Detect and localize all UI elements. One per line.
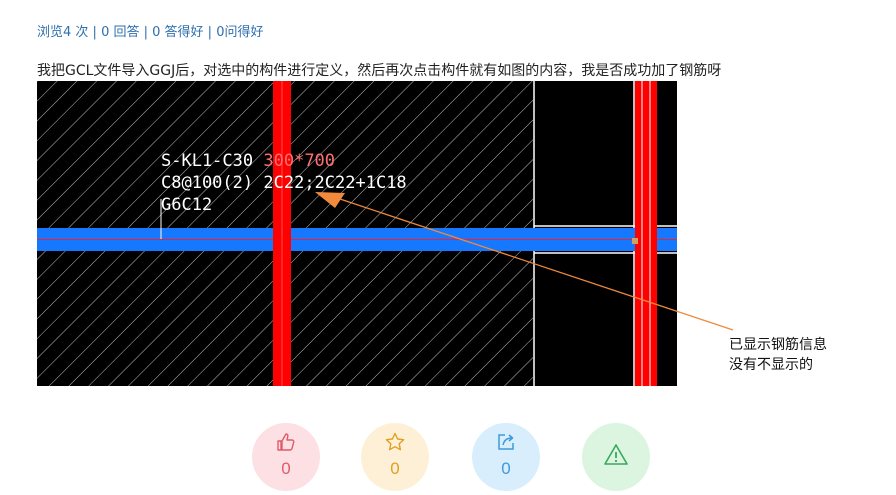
like-button[interactable]: 0 bbox=[252, 423, 320, 491]
good-questions-count[interactable]: 0问得好 bbox=[216, 25, 263, 40]
stats-separator: | bbox=[88, 25, 102, 40]
thumbs-up-icon bbox=[277, 433, 295, 451]
report-button[interactable] bbox=[582, 423, 650, 491]
cad-text-line2: C8@100(2) 2C22;2C22+1C18 bbox=[161, 173, 407, 193]
column-red-right bbox=[635, 81, 657, 386]
share-button[interactable]: 0 bbox=[472, 423, 540, 491]
share-count: 0 bbox=[501, 459, 511, 478]
beam-marker bbox=[632, 238, 638, 244]
cad-text-section: 300*700 bbox=[263, 151, 335, 171]
question-stats: 浏览4 次 | 0 回答 | 0 答得好 | 0问得好 bbox=[37, 21, 263, 40]
views-count[interactable]: 浏览4 次 bbox=[37, 25, 88, 40]
warning-icon bbox=[604, 444, 628, 465]
annotation-line1: 已显示钢筋信息 bbox=[729, 337, 827, 353]
favorite-count: 0 bbox=[390, 459, 400, 478]
share-icon bbox=[498, 434, 514, 450]
cad-text-line1: S-KL1-C30 300*700 bbox=[161, 151, 335, 171]
question-text: 我把GCL文件导入GGJ后，对选中的构件进行定义，然后再次点击构件就有如图的内容… bbox=[37, 63, 722, 79]
like-count: 0 bbox=[281, 459, 291, 478]
answers-count[interactable]: 0 回答 bbox=[101, 25, 139, 40]
good-answers-count[interactable]: 0 答得好 bbox=[152, 25, 203, 40]
favorite-button[interactable]: 0 bbox=[361, 423, 429, 491]
star-icon bbox=[385, 432, 405, 451]
stats-separator: | bbox=[139, 25, 153, 40]
cad-screenshot: S-KL1-C30 300*700 C8@100(2) 2C22;2C22+1C… bbox=[37, 81, 677, 386]
cad-text-line3: G6C12 bbox=[161, 195, 212, 215]
annotation-line2: 没有不显示的 bbox=[729, 357, 813, 373]
stats-separator: | bbox=[203, 25, 217, 40]
